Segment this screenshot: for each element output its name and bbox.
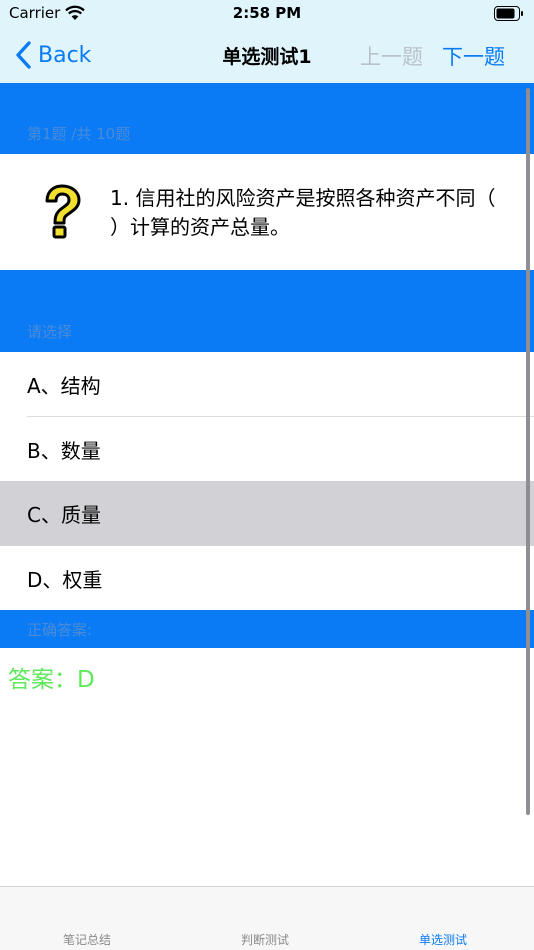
option-d[interactable]: D、权重 xyxy=(0,546,534,611)
option-c[interactable]: C、质量 xyxy=(0,481,534,546)
back-button[interactable]: Back xyxy=(14,39,91,71)
tab-true-false-test[interactable]: 判断测试 xyxy=(241,931,289,948)
options-header: 请选择 xyxy=(0,270,534,352)
option-b[interactable]: B、数量 xyxy=(0,417,534,482)
answer-header: 正确答案: xyxy=(0,610,534,648)
question-header: 第1题 /共 10题 xyxy=(0,83,534,154)
option-c-label: C、质量 xyxy=(27,503,101,527)
status-bar: Carrier 2:58 PM xyxy=(0,0,534,28)
question-row: 1. 信用社的风险资产是按照各种资产不同（ ）计算的资产总量。 xyxy=(0,154,534,270)
option-d-label: D、权重 xyxy=(27,568,103,592)
option-b-label: B、数量 xyxy=(27,439,101,463)
status-time: 2:58 PM xyxy=(232,4,302,22)
options-prompt: 请选择 xyxy=(27,323,73,341)
back-button-label: Back xyxy=(38,42,92,68)
next-question-button[interactable]: 下一题 xyxy=(442,41,505,71)
correct-answer: 答案：D xyxy=(8,667,95,693)
chevron-left-icon xyxy=(16,41,31,69)
tab-single-choice-test[interactable]: 单选测试 xyxy=(419,931,467,948)
tab-bar: 笔记总结 判断测试 单选测试 xyxy=(0,886,534,950)
navigation-bar: Back 单选测试1 上一题 下一题 xyxy=(0,28,534,83)
tab-notes-summary[interactable]: 笔记总结 xyxy=(63,931,111,948)
previous-question-button[interactable]: 上一题 xyxy=(360,41,423,71)
battery-icon xyxy=(494,6,523,21)
question-counter: 第1题 /共 10题 xyxy=(27,125,131,143)
scrollbar[interactable] xyxy=(526,88,530,815)
option-a-label: A、结构 xyxy=(27,374,101,398)
answer-header-label: 正确答案: xyxy=(27,621,93,639)
question-mark-icon xyxy=(45,184,81,239)
option-a[interactable]: A、结构 xyxy=(0,352,534,417)
question-text: 1. 信用社的风险资产是按照各种资产不同（ ）计算的资产总量。 xyxy=(110,186,496,239)
